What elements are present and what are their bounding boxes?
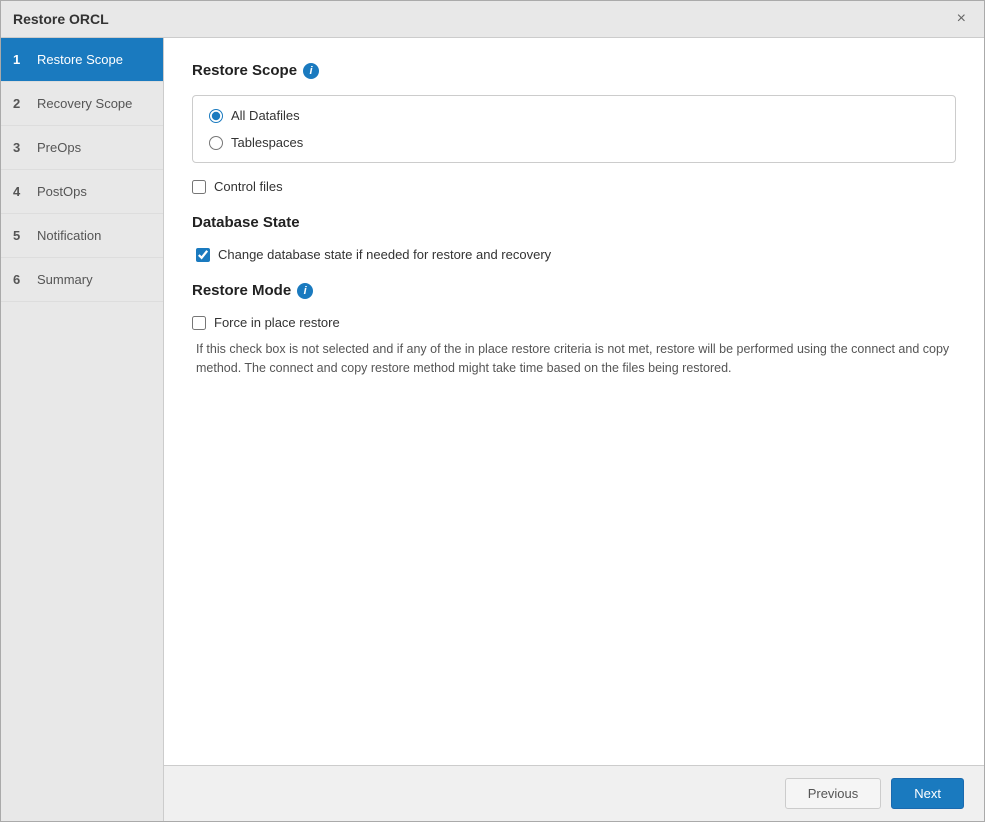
restore-dialog: Restore ORCL × 1 Restore Scope 2 Recover… xyxy=(0,0,985,822)
step-number-3: 3 xyxy=(13,140,29,155)
sidebar-label-3: PreOps xyxy=(37,140,81,155)
restore-scope-radio-group: All Datafiles Tablespaces xyxy=(192,95,956,163)
main-content: Restore Scope i All Datafiles Tablespace… xyxy=(164,38,984,821)
restore-scope-title: Restore Scope xyxy=(192,62,297,79)
restore-scope-heading: Restore Scope i xyxy=(192,62,956,79)
control-files-label: Control files xyxy=(214,179,283,194)
restore-mode-info-icon[interactable]: i xyxy=(297,283,313,299)
radio-tablespaces-input[interactable] xyxy=(209,136,223,150)
restore-mode-title: Restore Mode xyxy=(192,282,291,299)
restore-mode-heading: Restore Mode i xyxy=(192,282,956,299)
sidebar-label-6: Summary xyxy=(37,272,93,287)
control-files-checkbox-item[interactable]: Control files xyxy=(192,179,956,194)
sidebar-item-notification[interactable]: 5 Notification xyxy=(1,214,163,258)
sidebar-label-1: Restore Scope xyxy=(37,52,123,67)
radio-all-datafiles-label: All Datafiles xyxy=(231,108,300,123)
dialog-titlebar: Restore ORCL × xyxy=(1,1,984,38)
sidebar-label-2: Recovery Scope xyxy=(37,96,132,111)
db-state-checkbox-item[interactable]: Change database state if needed for rest… xyxy=(196,247,956,262)
radio-all-datafiles-input[interactable] xyxy=(209,109,223,123)
database-state-heading: Database State xyxy=(192,214,956,231)
sidebar-label-5: Notification xyxy=(37,228,101,243)
control-files-checkbox[interactable] xyxy=(192,180,206,194)
dialog-footer: Previous Next xyxy=(164,765,984,821)
step-number-4: 4 xyxy=(13,184,29,199)
database-state-section: Database State Change database state if … xyxy=(192,214,956,262)
sidebar-item-restore-scope[interactable]: 1 Restore Scope xyxy=(1,38,163,82)
previous-button[interactable]: Previous xyxy=(785,778,882,809)
sidebar-item-summary[interactable]: 6 Summary xyxy=(1,258,163,302)
restore-mode-section: Restore Mode i Force in place restore If… xyxy=(192,282,956,378)
step-number-6: 6 xyxy=(13,272,29,287)
dialog-title: Restore ORCL xyxy=(13,11,109,27)
sidebar-item-preops[interactable]: 3 PreOps xyxy=(1,126,163,170)
force-in-place-checkbox[interactable] xyxy=(192,316,206,330)
radio-all-datafiles[interactable]: All Datafiles xyxy=(209,108,939,123)
restore-scope-info-icon[interactable]: i xyxy=(303,63,319,79)
force-in-place-checkbox-item[interactable]: Force in place restore xyxy=(192,315,956,330)
radio-tablespaces-label: Tablespaces xyxy=(231,135,303,150)
sidebar-item-recovery-scope[interactable]: 2 Recovery Scope xyxy=(1,82,163,126)
step-number-2: 2 xyxy=(13,96,29,111)
force-in-place-label: Force in place restore xyxy=(214,315,340,330)
db-state-label: Change database state if needed for rest… xyxy=(218,247,551,262)
restore-mode-help-text: If this check box is not selected and if… xyxy=(196,340,956,378)
close-button[interactable]: × xyxy=(951,9,972,29)
step-number-5: 5 xyxy=(13,228,29,243)
db-state-checkbox[interactable] xyxy=(196,248,210,262)
database-state-title: Database State xyxy=(192,214,300,231)
next-button[interactable]: Next xyxy=(891,778,964,809)
sidebar: 1 Restore Scope 2 Recovery Scope 3 PreOp… xyxy=(1,38,164,821)
content-area: Restore Scope i All Datafiles Tablespace… xyxy=(164,38,984,765)
sidebar-label-4: PostOps xyxy=(37,184,87,199)
dialog-body: 1 Restore Scope 2 Recovery Scope 3 PreOp… xyxy=(1,38,984,821)
radio-tablespaces[interactable]: Tablespaces xyxy=(209,135,939,150)
sidebar-item-postops[interactable]: 4 PostOps xyxy=(1,170,163,214)
step-number-1: 1 xyxy=(13,52,29,67)
